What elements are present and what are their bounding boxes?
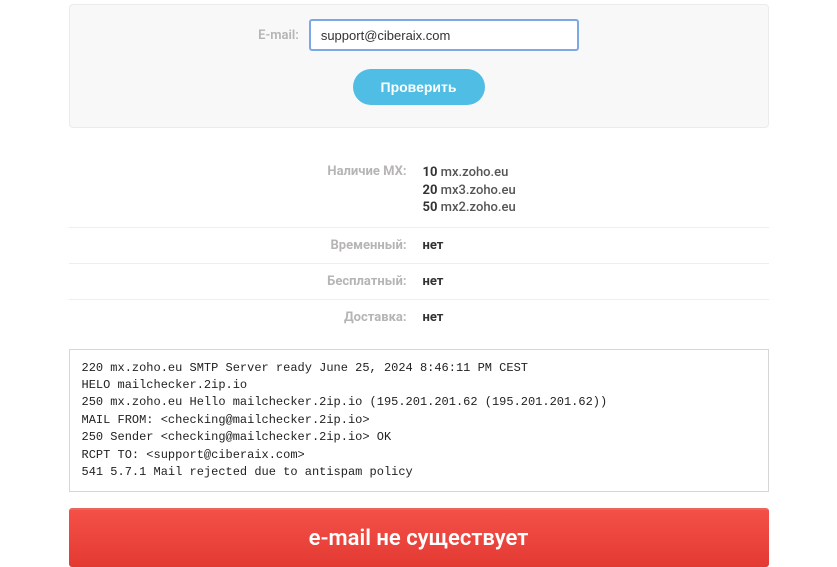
free-value: нет <box>419 274 769 289</box>
mx-record: 10 mx.zoho.eu <box>423 164 769 182</box>
results-table: Наличие MX: 10 mx.zoho.eu 20 mx3.zoho.eu… <box>69 154 769 335</box>
mx-record: 50 mx2.zoho.eu <box>423 199 769 217</box>
check-button[interactable]: Проверить <box>353 69 485 105</box>
email-label: E-mail: <box>258 28 299 43</box>
email-check-form: E-mail: Проверить <box>69 4 769 128</box>
result-row-free: Бесплатный: нет <box>69 264 769 300</box>
temporary-value: нет <box>419 238 769 253</box>
delivery-label: Доставка: <box>69 310 419 325</box>
result-row-mx: Наличие MX: 10 mx.zoho.eu 20 mx3.zoho.eu… <box>69 154 769 228</box>
result-banner: e-mail не существует <box>69 508 769 567</box>
result-row-delivery: Доставка: нет <box>69 300 769 335</box>
mx-priority: 20 <box>423 183 438 198</box>
smtp-log: 220 mx.zoho.eu SMTP Server ready June 25… <box>69 349 769 493</box>
mx-record: 20 mx3.zoho.eu <box>423 182 769 200</box>
mx-host: mx2.zoho.eu <box>441 200 516 215</box>
mx-host: mx.zoho.eu <box>441 165 509 180</box>
delivery-value: нет <box>419 310 769 325</box>
form-row: E-mail: <box>90 19 748 51</box>
result-row-temporary: Временный: нет <box>69 228 769 264</box>
mx-label: Наличие MX: <box>69 164 419 217</box>
mx-host: mx3.zoho.eu <box>441 183 516 198</box>
mx-priority: 10 <box>423 165 438 180</box>
free-label: Бесплатный: <box>69 274 419 289</box>
temporary-label: Временный: <box>69 238 419 253</box>
email-input[interactable] <box>309 19 579 51</box>
mx-values: 10 mx.zoho.eu 20 mx3.zoho.eu 50 mx2.zoho… <box>419 164 769 217</box>
mx-priority: 50 <box>423 200 438 215</box>
